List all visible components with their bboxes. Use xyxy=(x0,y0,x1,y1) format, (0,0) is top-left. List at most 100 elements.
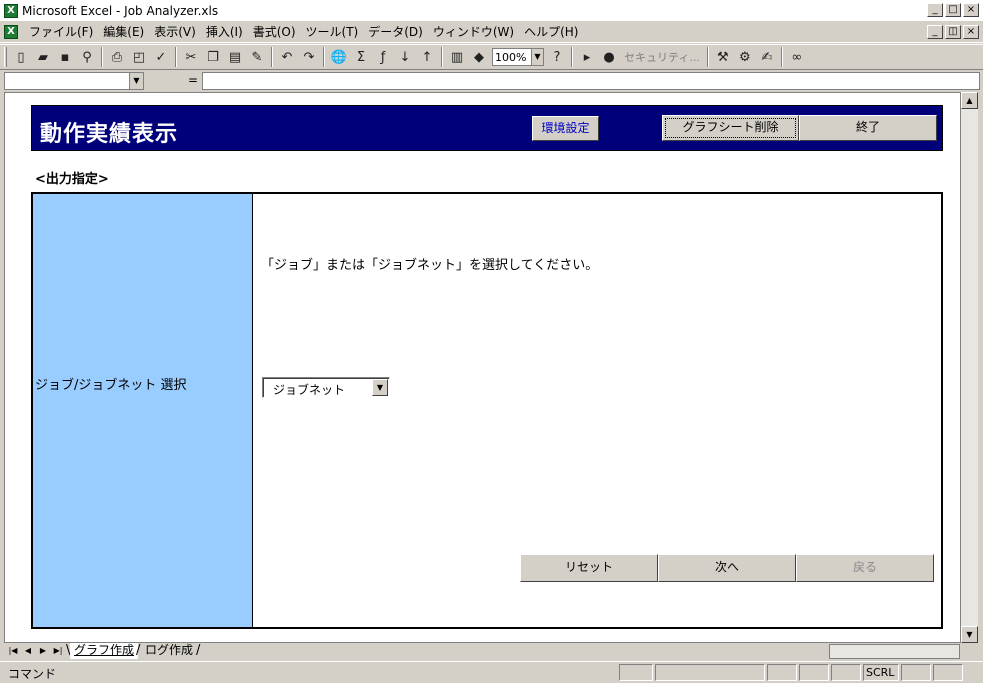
design-mode-icon[interactable]: ✍ xyxy=(756,46,778,68)
toolbar-separator xyxy=(101,47,103,67)
menu-format[interactable]: 書式(O) xyxy=(248,23,301,40)
function-icon[interactable]: ƒ xyxy=(372,46,394,68)
workbook-close-button[interactable]: × xyxy=(963,25,979,39)
horizontal-scrollbar[interactable] xyxy=(829,644,960,659)
minimize-button[interactable]: _ xyxy=(927,3,943,17)
sheet-tab-bar: |◀ ◀ ▶ ▶| \ グラフ作成 / ログ作成 / xyxy=(4,643,980,660)
close-button[interactable]: × xyxy=(963,3,979,17)
status-cell xyxy=(619,664,653,681)
security-button[interactable]: セキュリティ... xyxy=(620,49,704,65)
title-bar: X Microsoft Excel - Job Analyzer.xls _ □… xyxy=(0,0,983,21)
vba-editor-icon[interactable]: ⚒ xyxy=(712,46,734,68)
toolbar-separator xyxy=(571,47,573,67)
menu-window[interactable]: ウィンドウ(W) xyxy=(428,23,519,40)
page-title: 動作実績表示 xyxy=(40,122,179,147)
sort-ascending-icon[interactable]: ↓ xyxy=(394,46,416,68)
restore-button[interactable]: □ xyxy=(945,3,961,17)
scroll-down-icon[interactable]: ▼ xyxy=(961,626,978,643)
menu-help[interactable]: ヘルプ(H) xyxy=(519,23,583,40)
name-box[interactable]: ▼ xyxy=(4,72,144,90)
reset-button[interactable]: リセット xyxy=(520,554,658,582)
next-sheet-icon[interactable]: ▶ xyxy=(36,644,50,658)
exit-button[interactable]: 終了 xyxy=(799,115,937,141)
undo-icon[interactable]: ↶ xyxy=(276,46,298,68)
redo-icon[interactable]: ↷ xyxy=(298,46,320,68)
tab-divider: / xyxy=(196,643,201,658)
menu-data[interactable]: データ(D) xyxy=(363,23,428,40)
output-spec-panel: ジョブ/ジョブネット 選択 「ジョブ」または「ジョブネット」を選択してください。… xyxy=(31,192,943,629)
toolbar-grip[interactable] xyxy=(4,47,7,67)
drawing-icon[interactable]: ◆ xyxy=(468,46,490,68)
zoom-select[interactable]: 100% ▼ xyxy=(492,48,544,66)
toolbar-separator xyxy=(780,47,783,67)
chevron-down-icon[interactable]: ▼ xyxy=(129,73,143,89)
tab-divider: / xyxy=(136,643,141,658)
prev-sheet-icon[interactable]: ◀ xyxy=(21,644,35,658)
scroll-up-icon[interactable]: ▲ xyxy=(961,92,978,109)
workbook-restore-button[interactable]: ◫ xyxy=(945,25,961,39)
worksheet: 動作実績表示 環境設定 グラフシート削除 終了 <出力指定> ジョブ/ジョブネッ… xyxy=(4,92,961,643)
workbook-minimize-button[interactable]: _ xyxy=(927,25,943,39)
status-cell xyxy=(831,664,861,681)
excel-icon[interactable]: X xyxy=(4,3,18,18)
output-spec-heading: <出力指定> xyxy=(35,172,109,187)
cut-icon[interactable]: ✂ xyxy=(180,46,202,68)
vertical-scrollbar[interactable]: ▲ ▼ xyxy=(961,92,978,643)
status-cell xyxy=(799,664,829,681)
open-icon[interactable]: ▰ xyxy=(32,46,54,68)
job-jobnet-select-label: ジョブ/ジョブネット 選択 xyxy=(35,378,187,393)
menu-insert[interactable]: 挿入(I) xyxy=(201,23,248,40)
help-icon[interactable]: ? xyxy=(546,46,568,68)
record-macro-icon[interactable]: ● xyxy=(598,46,620,68)
print-icon[interactable]: ⎙ xyxy=(106,46,128,68)
chart-wizard-icon[interactable]: ▥ xyxy=(446,46,468,68)
menu-file[interactable]: ファイル(F) xyxy=(24,23,98,40)
job-type-select[interactable]: ジョブネット ▼ xyxy=(262,377,390,398)
window-controls: _ □ × xyxy=(927,3,979,17)
toolbar-separator xyxy=(175,47,177,67)
status-cell xyxy=(655,664,765,681)
first-sheet-icon[interactable]: |◀ xyxy=(6,644,20,658)
standard-toolbar: ▯ ▰ ▪ ⚲ ⎙ ◰ ✓ ✂ ❐ ▤ ✎ ↶ ↷ 🌐 Σ ƒ ↓ ↑ ▥ ◆ … xyxy=(0,44,983,70)
delete-graph-sheet-button[interactable]: グラフシート削除 xyxy=(662,115,799,141)
status-mode: コマンド xyxy=(8,667,57,681)
permission-icon[interactable]: ⚲ xyxy=(76,46,98,68)
last-sheet-icon[interactable]: ▶| xyxy=(51,644,65,658)
tab-graph[interactable]: グラフ作成 xyxy=(70,643,139,659)
status-bar: コマンド SCRL xyxy=(0,661,983,683)
print-preview-icon[interactable]: ◰ xyxy=(128,46,150,68)
toolbar-separator xyxy=(441,47,443,67)
status-cell xyxy=(767,664,797,681)
menu-view[interactable]: 表示(V) xyxy=(149,23,201,40)
window-title: Microsoft Excel - Job Analyzer.xls xyxy=(22,3,219,18)
chevron-down-icon[interactable]: ▼ xyxy=(372,379,388,396)
workbook-icon[interactable]: X xyxy=(4,24,18,39)
format-painter-icon[interactable]: ✎ xyxy=(246,46,268,68)
workbook-controls: _ ◫ × xyxy=(927,25,979,39)
new-icon[interactable]: ▯ xyxy=(10,46,32,68)
copy-icon[interactable]: ❐ xyxy=(202,46,224,68)
back-button[interactable]: 戻る xyxy=(796,554,934,582)
paste-icon[interactable]: ▤ xyxy=(224,46,246,68)
spelling-icon[interactable]: ✓ xyxy=(150,46,172,68)
autosum-icon[interactable]: Σ xyxy=(350,46,372,68)
chevron-down-icon[interactable]: ▼ xyxy=(531,49,543,65)
formula-input[interactable] xyxy=(202,72,980,90)
hyperlink-icon[interactable]: 🌐 xyxy=(328,46,350,68)
tab-log[interactable]: ログ作成 xyxy=(141,643,197,659)
job-type-select-value: ジョブネット xyxy=(273,383,346,397)
save-icon[interactable]: ▪ xyxy=(54,46,76,68)
link-icon[interactable]: ∞ xyxy=(786,46,808,68)
sort-descending-icon[interactable]: ↑ xyxy=(416,46,438,68)
selection-label-panel: ジョブ/ジョブネット 選択 xyxy=(33,194,253,627)
tools-icon[interactable]: ⚙ xyxy=(734,46,756,68)
instruction-text: 「ジョブ」または「ジョブネット」を選択してください。 xyxy=(261,258,599,273)
toolbar-separator xyxy=(706,47,709,67)
formula-eq-button[interactable]: = xyxy=(185,73,201,89)
run-macro-icon[interactable]: ▸ xyxy=(576,46,598,68)
menu-edit[interactable]: 編集(E) xyxy=(98,23,149,40)
scroll-lock-indicator: SCRL xyxy=(863,664,899,681)
next-button[interactable]: 次へ xyxy=(658,554,796,582)
menu-tools[interactable]: ツール(T) xyxy=(301,23,364,40)
env-settings-button[interactable]: 環境設定 xyxy=(532,116,599,141)
